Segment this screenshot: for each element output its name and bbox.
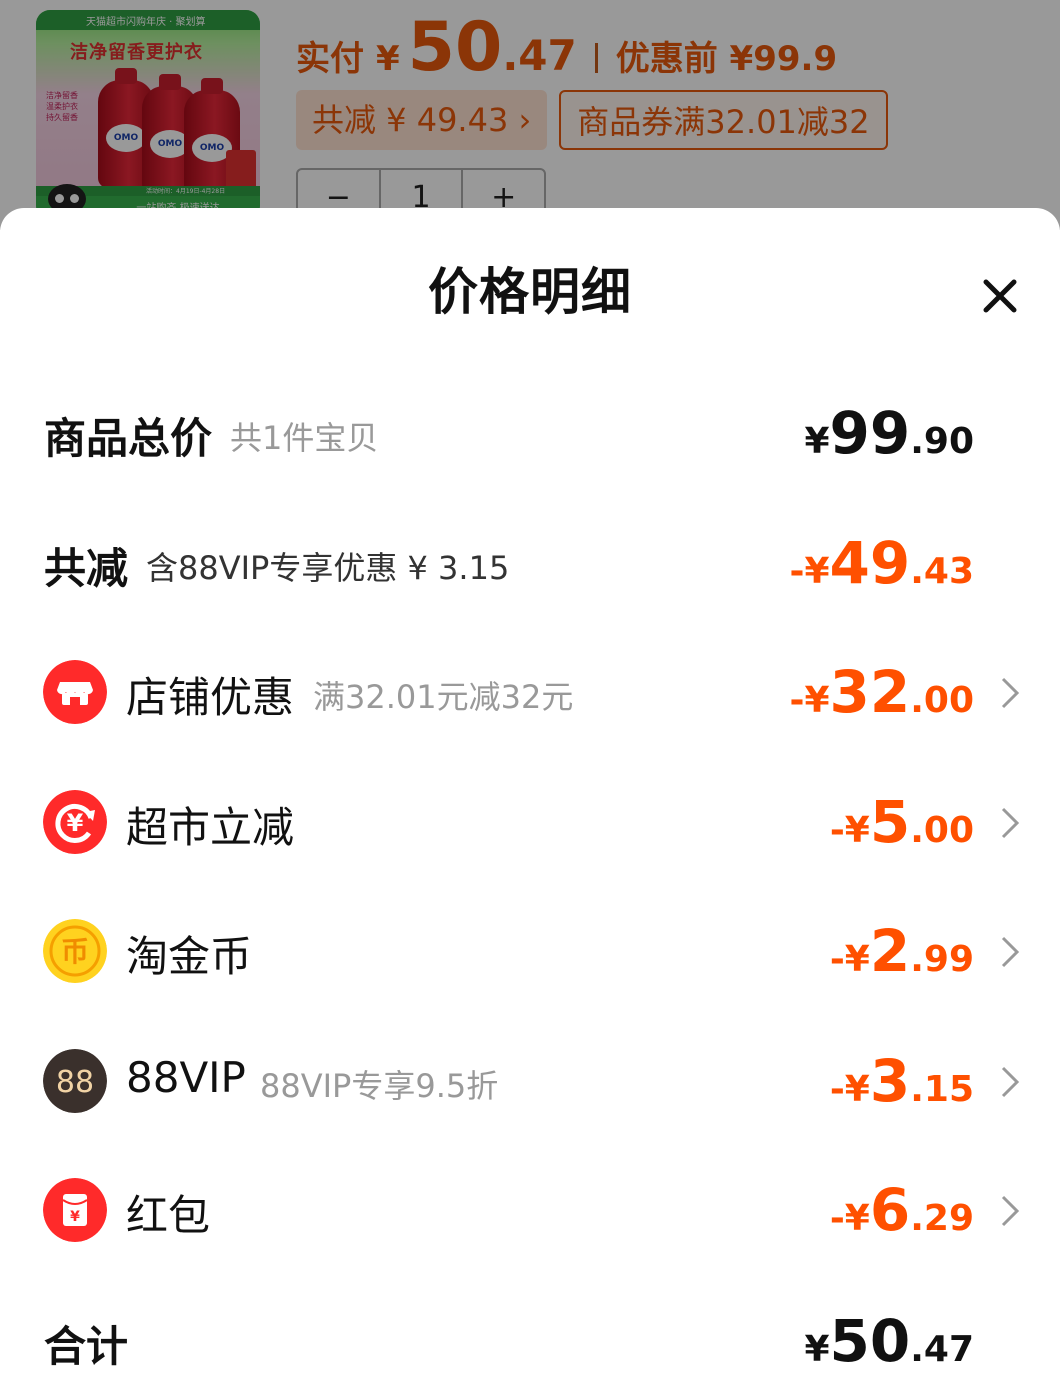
- total-amount: ¥99.90: [804, 399, 974, 467]
- amount-decimal: .00: [910, 680, 974, 721]
- amount-currency: -¥: [829, 1198, 870, 1239]
- amount-currency: -¥: [789, 551, 830, 592]
- background-product-card: 天猫超市闪购年庆 · 聚划算 洁净留香更护衣 洁净留香 温柔护衣 持久留香 OM…: [0, 0, 1060, 230]
- amount-integer: 32: [829, 658, 911, 726]
- price-detail-sheet: 价格明细 商品总价 共1件宝贝 ¥99.90 共减 含88VIP专享优惠 ¥ 3…: [0, 208, 1060, 1399]
- svg-text:币: 币: [61, 935, 89, 968]
- amount-decimal: .47: [910, 1329, 974, 1370]
- coin-discount-amount: -¥ 2.99: [830, 917, 974, 985]
- coin-icon: 币: [43, 919, 107, 983]
- modal-overlay[interactable]: [0, 0, 1060, 230]
- row-subtitle: 含88VIP专享优惠 ¥ 3.15: [146, 549, 510, 587]
- row-shop-discount[interactable]: 店铺优惠 满32.01元减32元 -¥ 32.00: [0, 652, 1060, 732]
- row-title: 店铺优惠: [126, 673, 295, 722]
- amount-integer: 3: [869, 1047, 911, 1115]
- vip-discount-amount: -¥ 3.15: [830, 1047, 974, 1115]
- row-subtitle: 88VIP专享9.5折: [260, 1067, 499, 1105]
- chevron-right-icon[interactable]: [1000, 1194, 1020, 1228]
- svg-text:¥: ¥: [70, 1209, 80, 1225]
- row-title: 共减: [44, 544, 129, 593]
- row-title: 红包: [126, 1191, 211, 1240]
- amount-integer: 2: [869, 917, 911, 985]
- amount-currency: -¥: [829, 1069, 870, 1110]
- row-vip-discount[interactable]: 88 88VIP 88VIP专享9.5折 -¥ 3.15: [0, 1041, 1060, 1121]
- row-sum: 合计 ¥50.47: [0, 1301, 1060, 1381]
- close-icon[interactable]: [972, 268, 1028, 324]
- row-subtitle: 共1件宝贝: [230, 419, 379, 457]
- amount-integer: 49: [829, 529, 911, 597]
- amount-integer: 50: [829, 1307, 911, 1375]
- amount-decimal: .99: [910, 939, 974, 980]
- row-title: 88VIP: [126, 1053, 246, 1102]
- amount-decimal: .00: [910, 810, 974, 851]
- yuan-cycle-icon: ¥: [43, 790, 107, 854]
- amount-integer: 6: [869, 1176, 911, 1244]
- amount-integer: 5: [869, 788, 911, 856]
- shop-discount-amount: -¥ 32.00: [790, 658, 975, 726]
- amount-decimal: .43: [910, 551, 974, 592]
- sum-amount: ¥50.47: [804, 1307, 974, 1375]
- amount-currency: -¥: [789, 680, 830, 721]
- vip-icon-text: 88: [56, 1065, 94, 1100]
- discount-amount: -¥ 49.43: [790, 529, 975, 597]
- row-title: 合计: [44, 1322, 129, 1371]
- redpack-discount-amount: -¥ 6.29: [830, 1176, 974, 1244]
- vip-88-icon: 88: [43, 1049, 107, 1113]
- sheet-title: 价格明细: [428, 263, 632, 321]
- amount-currency: -¥: [829, 810, 870, 851]
- svg-text:¥: ¥: [67, 809, 84, 837]
- red-envelope-icon: ¥: [43, 1178, 107, 1242]
- chevron-right-icon[interactable]: [1000, 806, 1020, 840]
- row-total-price: 商品总价 共1件宝贝 ¥99.90: [0, 393, 1060, 473]
- amount-decimal: .90: [910, 421, 974, 462]
- row-total-discount: 共减 含88VIP专享优惠 ¥ 3.15 -¥ 49.43: [0, 523, 1060, 603]
- shop-icon: [43, 660, 107, 724]
- row-redpack-discount[interactable]: ¥ 红包 -¥ 6.29: [0, 1170, 1060, 1250]
- row-title: 商品总价: [44, 414, 213, 463]
- amount-currency: -¥: [829, 939, 870, 980]
- row-coin-discount[interactable]: 币 淘金币 -¥ 2.99: [0, 911, 1060, 991]
- chevron-right-icon[interactable]: [1000, 1065, 1020, 1099]
- amount-decimal: .15: [910, 1069, 974, 1110]
- amount-integer: 99: [829, 399, 911, 467]
- row-title: 超市立减: [126, 803, 295, 852]
- amount-currency: ¥: [804, 421, 830, 462]
- chevron-right-icon[interactable]: [1000, 676, 1020, 710]
- chevron-right-icon[interactable]: [1000, 935, 1020, 969]
- row-title: 淘金币: [126, 932, 253, 981]
- amount-decimal: .29: [910, 1198, 974, 1239]
- market-discount-amount: -¥ 5.00: [830, 788, 974, 856]
- amount-currency: ¥: [804, 1329, 830, 1370]
- row-subtitle: 满32.01元减32元: [313, 678, 574, 716]
- row-market-discount[interactable]: ¥ 超市立减 -¥ 5.00: [0, 782, 1060, 862]
